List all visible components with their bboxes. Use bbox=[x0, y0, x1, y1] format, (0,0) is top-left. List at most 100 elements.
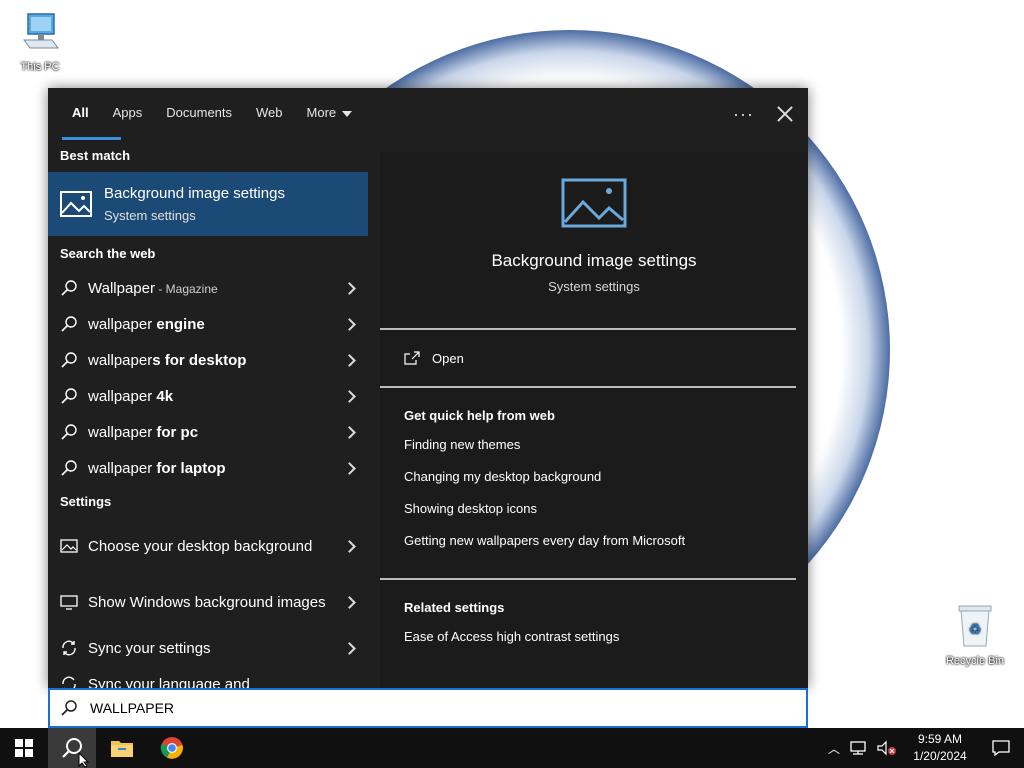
web-result-query: wallpaper bbox=[88, 351, 153, 369]
start-button[interactable] bbox=[0, 728, 48, 768]
chevron-right-icon[interactable] bbox=[343, 461, 356, 475]
web-result-label: wallpaper for pc bbox=[78, 424, 345, 441]
network-icon[interactable] bbox=[848, 740, 870, 756]
search-icon bbox=[61, 280, 77, 296]
preview-title: Background image settings bbox=[491, 251, 697, 270]
web-result-label: Wallpaper - Magazine bbox=[78, 280, 345, 297]
chevron-right-icon[interactable] bbox=[343, 353, 356, 367]
open-button[interactable]: Open bbox=[380, 330, 808, 386]
settings-item-sync[interactable]: Sync your settings bbox=[48, 630, 368, 666]
chrome-button[interactable] bbox=[148, 728, 196, 768]
quick-help-link[interactable]: Getting new wallpapers every day from Mi… bbox=[404, 531, 784, 563]
image-icon bbox=[380, 178, 808, 233]
caret-down-icon bbox=[342, 110, 353, 117]
settings-item-label: Choose your desktop background bbox=[88, 537, 313, 555]
tab-all[interactable]: All bbox=[60, 88, 121, 140]
recycle-bin-label: Recycle Bin bbox=[945, 655, 1005, 667]
tab-more-label: More bbox=[306, 105, 337, 120]
related-settings-link[interactable]: Ease of Access high contrast settings bbox=[404, 627, 784, 659]
search-icon bbox=[61, 424, 77, 440]
more-options-icon[interactable]: ··· bbox=[733, 104, 754, 125]
chevron-up-icon[interactable]: ︿ bbox=[822, 740, 846, 757]
search-panel: All Apps Documents Web More ··· Best mat… bbox=[48, 88, 808, 688]
web-result-query: Wallpaper bbox=[88, 279, 155, 297]
this-pc-desktop-icon[interactable]: This PC bbox=[8, 10, 72, 73]
settings-item-choose-background[interactable]: Choose your desktop background bbox=[48, 518, 368, 574]
web-result-item[interactable]: wallpapers for desktop bbox=[48, 342, 368, 378]
sync-icon bbox=[62, 640, 76, 656]
settings-header: Settings bbox=[60, 494, 112, 509]
notification-icon bbox=[992, 740, 1010, 756]
web-result-label: wallpaper engine bbox=[78, 316, 345, 333]
this-pc-label: This PC bbox=[20, 61, 60, 73]
best-match-subtitle: System settings bbox=[104, 208, 196, 223]
web-result-suggestion: s for desktop bbox=[152, 351, 247, 369]
chevron-right-icon[interactable] bbox=[343, 317, 356, 331]
settings-item-label: Show Windows background images bbox=[88, 593, 326, 611]
preview-pane: Background image settings System setting… bbox=[380, 152, 808, 688]
web-result-suggestion: for pc bbox=[156, 423, 199, 441]
web-result-query: wallpaper bbox=[88, 423, 157, 441]
mouse-cursor-icon bbox=[78, 752, 90, 768]
preview-subtitle: System settings bbox=[548, 279, 640, 294]
windows-logo-icon bbox=[15, 739, 33, 757]
search-icon bbox=[61, 460, 77, 476]
web-result-item[interactable]: wallpaper 4k bbox=[48, 378, 368, 414]
system-tray: ︿ 9:59 AM 1/20/2024 bbox=[822, 728, 1024, 768]
monitor-icon bbox=[60, 595, 78, 610]
volume-muted-icon[interactable] bbox=[876, 740, 898, 756]
web-result-item[interactable]: wallpaper for pc bbox=[48, 414, 368, 450]
taskbar-clock[interactable]: 9:59 AM 1/20/2024 bbox=[902, 731, 978, 765]
clock-date: 1/20/2024 bbox=[913, 749, 967, 763]
chevron-right-icon[interactable] bbox=[343, 425, 356, 439]
related-settings-header: Related settings bbox=[404, 600, 505, 615]
chevron-right-icon[interactable] bbox=[343, 539, 356, 553]
chrome-icon bbox=[160, 737, 183, 759]
computer-icon bbox=[8, 10, 72, 57]
settings-item-sync-language[interactable]: Sync your language and bbox=[48, 666, 368, 688]
web-result-suggestion: 4k bbox=[156, 387, 174, 405]
chevron-right-icon[interactable] bbox=[343, 281, 356, 295]
close-icon[interactable] bbox=[776, 105, 794, 123]
best-match-title: Background image settings bbox=[104, 185, 285, 202]
chevron-right-icon[interactable] bbox=[343, 389, 356, 403]
web-result-item[interactable]: wallpaper for laptop bbox=[48, 450, 368, 486]
tab-documents[interactable]: Documents bbox=[154, 88, 244, 140]
search-icon bbox=[61, 700, 77, 716]
chevron-right-icon[interactable] bbox=[343, 595, 356, 609]
sync-icon bbox=[62, 676, 76, 688]
search-input[interactable] bbox=[90, 700, 690, 716]
chevron-right-icon[interactable] bbox=[343, 641, 356, 655]
recycle-bin-desktop-icon[interactable]: ♻ Recycle Bin bbox=[943, 602, 1007, 667]
results-list: Best match Background image settings Sys… bbox=[48, 140, 368, 688]
settings-item-show-background[interactable]: Show Windows background images bbox=[48, 574, 368, 630]
web-result-query: wallpaper bbox=[88, 315, 157, 333]
best-match-header: Best match bbox=[60, 148, 131, 163]
quick-help-link[interactable]: Changing my desktop background bbox=[404, 467, 784, 499]
file-explorer-button[interactable] bbox=[98, 728, 146, 768]
image-icon bbox=[60, 191, 92, 217]
open-external-icon bbox=[404, 351, 420, 365]
best-match-item[interactable]: Background image settings System setting… bbox=[48, 172, 368, 236]
web-result-item[interactable]: wallpaper engine bbox=[48, 306, 368, 342]
web-result-label: wallpaper for laptop bbox=[78, 460, 345, 477]
settings-item-label: Sync your settings bbox=[88, 639, 211, 657]
web-result-label: wallpapers for desktop bbox=[78, 352, 345, 369]
taskbar: ︿ 9:59 AM 1/20/2024 bbox=[0, 728, 1024, 768]
tab-more[interactable]: More bbox=[295, 88, 365, 140]
quick-help-link[interactable]: Showing desktop icons bbox=[404, 499, 784, 531]
settings-item-label: Sync your language and bbox=[88, 675, 250, 689]
quick-help-header: Get quick help from web bbox=[404, 408, 555, 423]
recycle-bin-icon: ♻ bbox=[943, 602, 1007, 651]
quick-help-link[interactable]: Finding new themes bbox=[404, 435, 784, 467]
action-center-button[interactable] bbox=[978, 728, 1024, 768]
tab-web[interactable]: Web bbox=[244, 88, 295, 140]
tab-apps[interactable]: Apps bbox=[101, 88, 155, 140]
clock-time: 9:59 AM bbox=[917, 732, 963, 746]
search-icon bbox=[61, 316, 77, 332]
search-tabs: All Apps Documents Web More ··· bbox=[48, 88, 808, 140]
web-result-source: - Magazine bbox=[154, 281, 218, 296]
web-result-suggestion: for laptop bbox=[156, 459, 226, 477]
web-result-item[interactable]: Wallpaper - Magazine bbox=[48, 270, 368, 306]
web-result-label: wallpaper 4k bbox=[78, 388, 345, 405]
